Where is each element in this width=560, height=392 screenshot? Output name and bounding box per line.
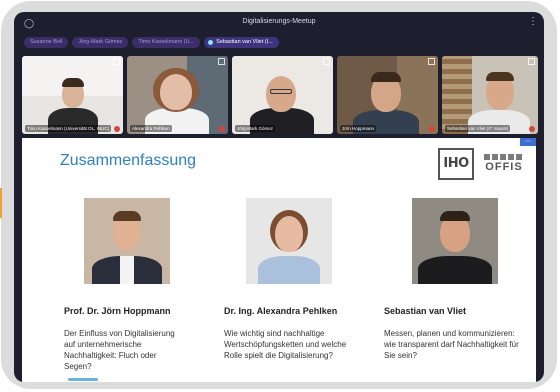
tile-name: Sebastian van Vliet (IT Impuls) <box>445 125 511 132</box>
participant-chip[interactable]: Jörg-Mark Gómez <box>72 37 129 48</box>
speaker-name: Prof. Dr. Jörn Hoppmann <box>64 306 171 316</box>
iho-logo: IHO <box>438 148 474 180</box>
speaker-topic: Wie wichtig sind nachhaltige Wertschöpfu… <box>224 329 347 360</box>
participant-chip[interactable]: Susanne Boll <box>24 37 69 48</box>
participant-chips: Susanne Boll Jörg-Mark Gómez Timo Kassel… <box>24 37 279 49</box>
tile-name: Jörg-Mark Gómez <box>235 125 276 132</box>
participant-chip-label: Sebastian van Vliet (I... <box>216 39 273 45</box>
slide-heading: Zusammenfassung <box>60 152 197 169</box>
presentation-slide: ⋯ Zusammenfassung IHO OFFIS Prof. Dr. Jö… <box>22 138 536 382</box>
tile-name: Timo Kasselmann (Universität OL, INUC) <box>25 125 112 132</box>
tile-name: Alexandra Pehlken <box>130 125 172 132</box>
decorative-edge <box>0 188 8 218</box>
video-tile[interactable]: Sebastian van Vliet (IT Impuls) <box>442 56 538 134</box>
speaker-name: Sebastian van Vliet <box>384 306 467 316</box>
participant-chip[interactable]: Timo Kasselmann (U... <box>132 37 201 48</box>
video-tile[interactable]: Jörn Hoppmann <box>337 56 438 134</box>
fullscreen-icon[interactable] <box>218 58 225 65</box>
video-tile[interactable]: Jörg-Mark Gómez <box>232 56 333 134</box>
mic-muted-icon <box>429 126 435 132</box>
speaker-portrait <box>412 198 498 284</box>
video-tile[interactable]: Alexandra Pehlken <box>127 56 228 134</box>
slide-menu-button[interactable]: ⋯ <box>520 138 536 146</box>
meeting-topbar: ◯ Digitalisierungs-Meetup ⋮ <box>14 12 544 34</box>
video-tile[interactable]: Timo Kasselmann (Universität OL, INUC) <box>22 56 123 134</box>
participant-face <box>266 76 296 112</box>
fullscreen-icon[interactable] <box>323 58 330 65</box>
mic-muted-icon <box>219 126 225 132</box>
speaker-portrait <box>84 198 170 284</box>
mic-muted-icon <box>529 126 535 132</box>
tile-name: Jörn Hoppmann <box>340 125 377 132</box>
offis-logo: OFFIS <box>482 154 526 176</box>
meeting-title: Digitalisierungs-Meetup <box>242 18 316 25</box>
fullscreen-icon[interactable] <box>113 58 120 65</box>
fullscreen-icon[interactable] <box>528 58 535 65</box>
video-tiles: Timo Kasselmann (Universität OL, INUC) A… <box>22 56 538 134</box>
speaker-topic: Messen, planen und kommunizieren: wie tr… <box>384 329 519 360</box>
speaker-name: Dr. Ing. Alexandra Pehlken <box>224 306 338 316</box>
fullscreen-icon[interactable] <box>428 58 435 65</box>
speaker-portrait <box>246 198 332 284</box>
participant-chip-active[interactable]: Sebastian van Vliet (I... <box>204 37 279 48</box>
participant-face <box>160 74 192 110</box>
more-vertical-icon[interactable]: ⋮ <box>528 16 538 28</box>
slide-progress-indicator <box>68 378 98 381</box>
meeting-screen: ◯ Digitalisierungs-Meetup ⋮ Susanne Boll… <box>14 12 544 382</box>
speaker-topic: Der Einfluss von Digitalisierung auf unt… <box>64 329 175 371</box>
speaking-indicator-icon <box>208 40 214 45</box>
mic-muted-icon <box>114 126 120 132</box>
